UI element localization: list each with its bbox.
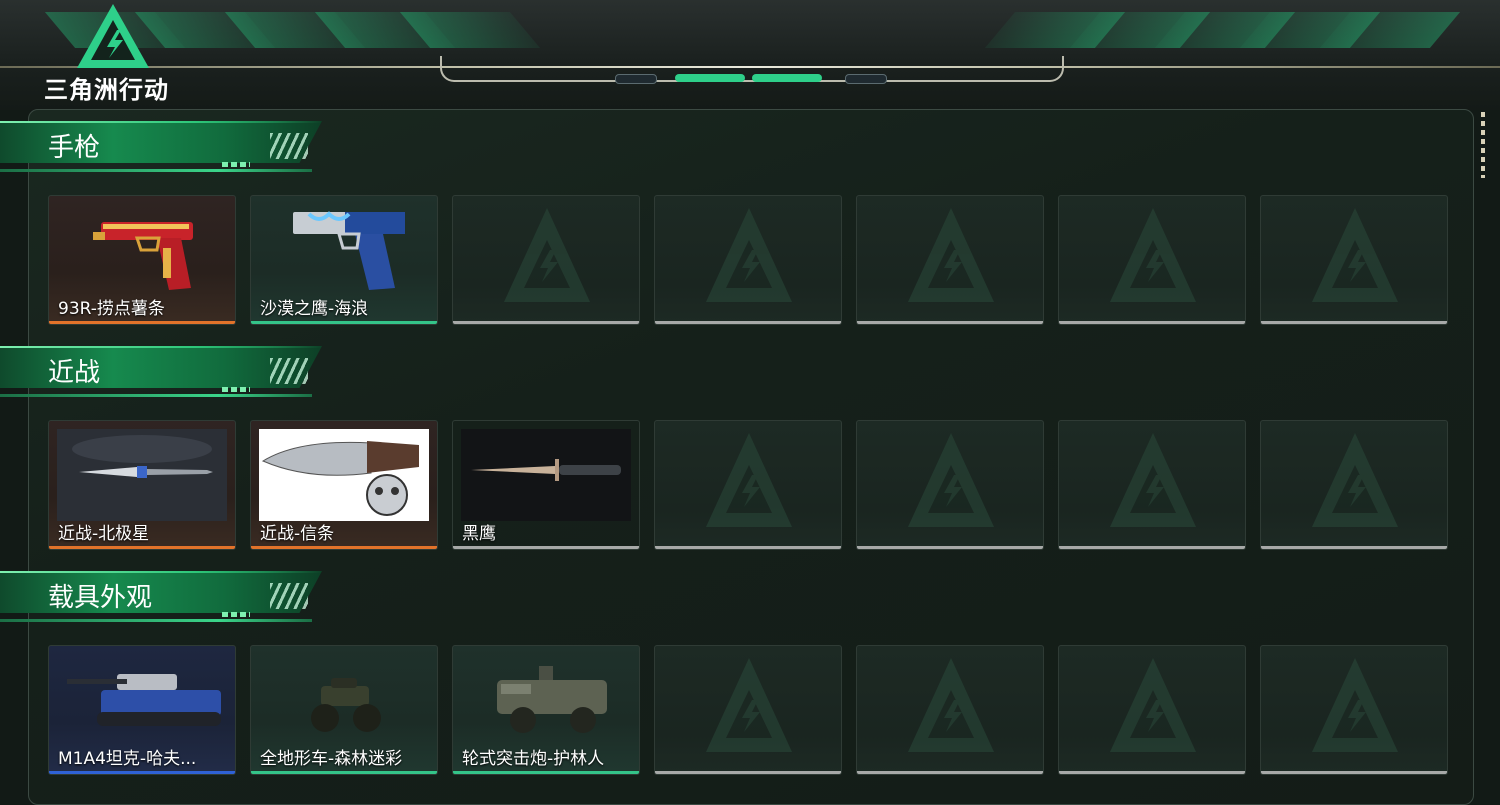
logo-text: 三角洲行动 — [44, 76, 169, 104]
delta-placeholder-icon — [908, 208, 994, 302]
item-card[interactable]: 全地形车-森林迷彩 — [250, 645, 438, 775]
header-indicator-active — [752, 74, 822, 82]
delta-placeholder-icon — [1110, 658, 1196, 752]
delta-placeholder-icon — [504, 208, 590, 302]
header-indicator-active — [675, 74, 745, 82]
empty-item-slot[interactable] — [1260, 420, 1448, 550]
delta-placeholder-icon — [1110, 208, 1196, 302]
empty-item-slot[interactable] — [856, 645, 1044, 775]
item-card[interactable]: M1A4坦克-哈夫... — [48, 645, 236, 775]
empty-item-slot[interactable] — [654, 420, 842, 550]
rarity-bar — [453, 771, 639, 774]
header-indicator — [845, 74, 887, 84]
empty-item-slot[interactable] — [856, 420, 1044, 550]
section-header-melee: 近战 — [0, 346, 330, 400]
rarity-bar — [49, 771, 235, 774]
knife-polaris-icon — [57, 429, 227, 521]
rarity-bar — [49, 321, 235, 324]
top-header: 三角洲行动 — [0, 0, 1500, 110]
rarity-bar — [251, 321, 437, 324]
atv-icon — [259, 654, 429, 746]
tank-icon — [57, 654, 227, 746]
header-indicator — [615, 74, 657, 84]
item-card[interactable]: 黑鹰 — [452, 420, 640, 550]
item-name: 近战-北极星 — [58, 524, 150, 544]
item-card[interactable]: 93R-捞点薯条 — [48, 195, 236, 325]
rarity-bar — [453, 546, 639, 549]
game-logo: 三角洲行动 — [42, 0, 182, 104]
delta-placeholder-icon — [908, 433, 994, 527]
pistol-blue-wave-icon — [259, 204, 429, 296]
delta-placeholder-icon — [1110, 433, 1196, 527]
item-card[interactable]: 近战-北极星 — [48, 420, 236, 550]
rarity-bar — [49, 546, 235, 549]
empty-item-slot[interactable] — [1058, 645, 1246, 775]
delta-placeholder-icon — [908, 658, 994, 752]
pistol-red-gold-icon — [57, 204, 227, 296]
item-card[interactable]: 轮式突击炮-护林人 — [452, 645, 640, 775]
item-name: 全地形车-森林迷彩 — [260, 749, 403, 769]
delta-placeholder-icon — [1312, 433, 1398, 527]
item-name: 轮式突击炮-护林人 — [462, 749, 605, 769]
item-name: M1A4坦克-哈夫... — [58, 749, 197, 769]
delta-placeholder-icon — [1312, 208, 1398, 302]
knife-creed-icon — [259, 429, 429, 521]
section-title: 载具外观 — [48, 583, 153, 613]
empty-item-slot[interactable] — [1058, 195, 1246, 325]
empty-item-slot[interactable] — [654, 195, 842, 325]
section-header-pistol: 手枪 — [0, 121, 330, 175]
empty-item-slot[interactable] — [856, 195, 1044, 325]
item-card[interactable]: 近战-信条 — [250, 420, 438, 550]
item-name: 沙漠之鹰-海浪 — [260, 299, 369, 319]
empty-item-slot[interactable] — [654, 645, 842, 775]
delta-logo-icon — [77, 4, 149, 68]
item-name: 黑鹰 — [462, 524, 496, 544]
item-card[interactable]: 沙漠之鹰-海浪 — [250, 195, 438, 325]
section-title: 近战 — [48, 358, 101, 388]
delta-placeholder-icon — [706, 208, 792, 302]
delta-placeholder-icon — [706, 658, 792, 752]
empty-item-slot[interactable] — [1260, 645, 1448, 775]
rarity-bar — [251, 546, 437, 549]
item-name: 93R-捞点薯条 — [58, 299, 165, 319]
delta-placeholder-icon — [706, 433, 792, 527]
empty-item-slot[interactable] — [452, 195, 640, 325]
armored-car-icon — [461, 654, 631, 746]
knife-blackhawk-icon — [461, 429, 631, 521]
section-header-vehicle: 载具外观 — [0, 571, 330, 625]
rarity-bar — [251, 771, 437, 774]
scrollbar[interactable] — [1481, 112, 1485, 178]
item-name: 近战-信条 — [260, 524, 335, 544]
empty-item-slot[interactable] — [1260, 195, 1448, 325]
empty-item-slot[interactable] — [1058, 420, 1246, 550]
section-title: 手枪 — [48, 133, 101, 163]
delta-placeholder-icon — [1312, 658, 1398, 752]
